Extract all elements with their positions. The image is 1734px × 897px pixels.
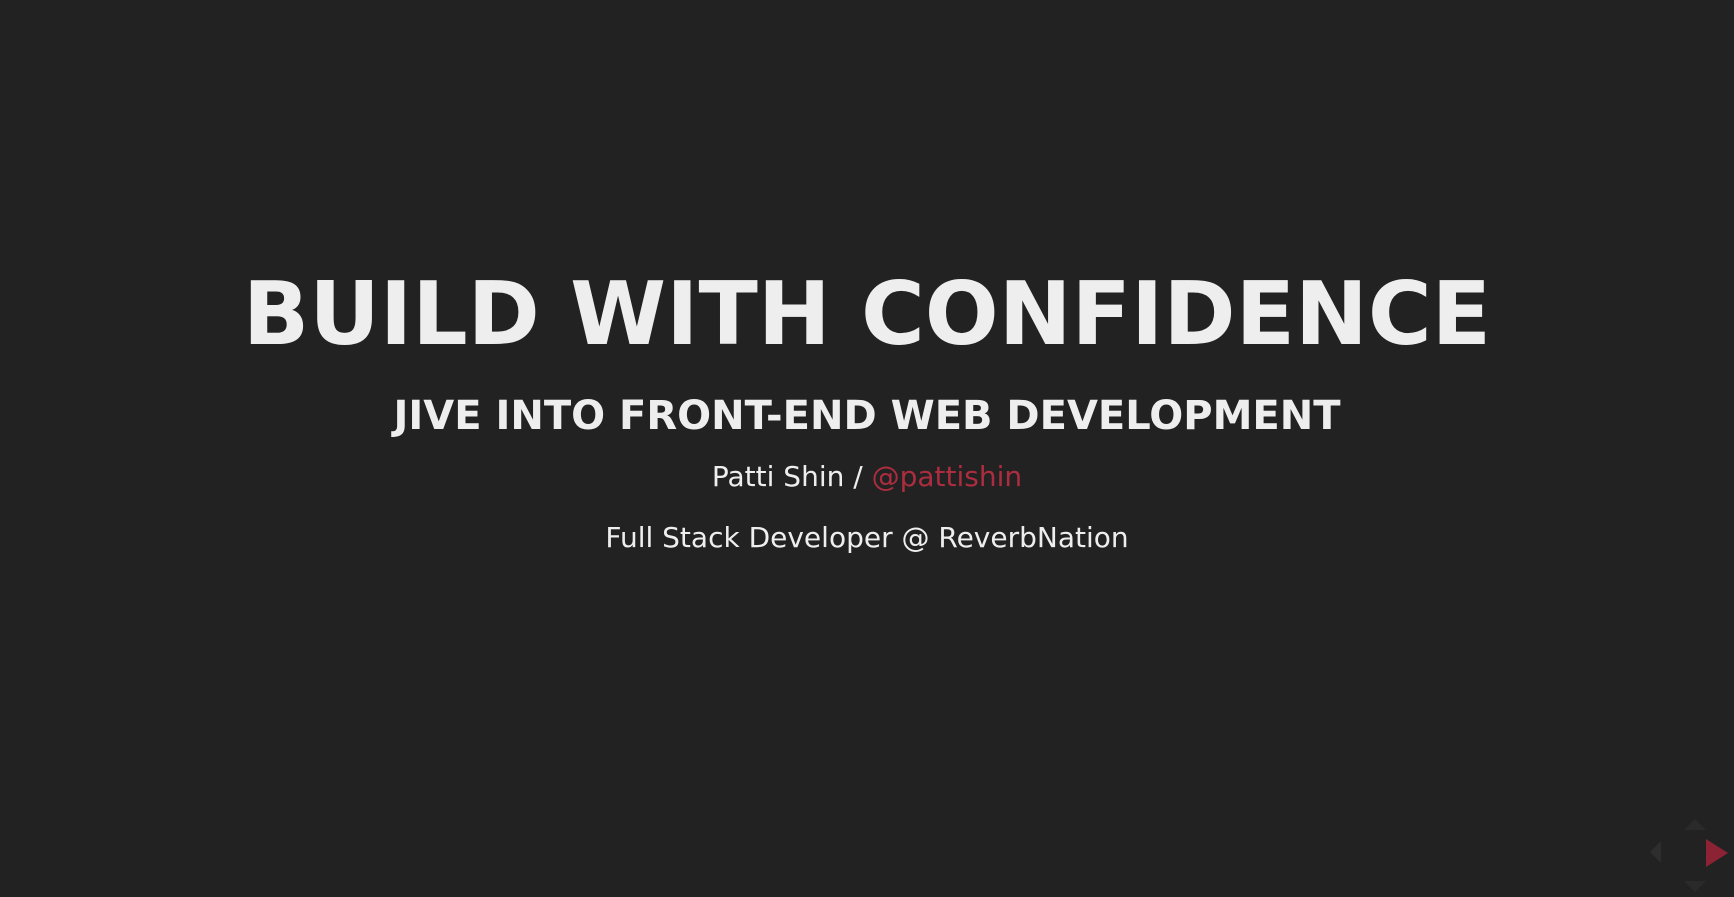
slide-subtitle: JIVE INTO FRONT-END WEB DEVELOPMENT [393, 393, 1341, 439]
author-line: Patti Shin / @pattishin [0, 460, 1734, 494]
navigate-left-icon[interactable] [1650, 841, 1661, 863]
navigate-down-icon[interactable] [1684, 881, 1706, 892]
title-section: BUILD WITH CONFIDENCE JIVE INTO FRONT-EN… [0, 262, 1734, 555]
author-name: Patti Shin / [711, 460, 872, 493]
presentation-slide: BUILD WITH CONFIDENCE JIVE INTO FRONT-EN… [0, 0, 1734, 897]
navigate-up-icon[interactable] [1684, 819, 1706, 830]
author-role: Full Stack Developer @ ReverbNation [605, 521, 1129, 554]
navigation-controls [1644, 807, 1734, 897]
slide-title: BUILD WITH CONFIDENCE [242, 263, 1492, 365]
navigate-right-icon[interactable] [1706, 839, 1728, 867]
author-handle-link[interactable]: @pattishin [872, 460, 1023, 493]
